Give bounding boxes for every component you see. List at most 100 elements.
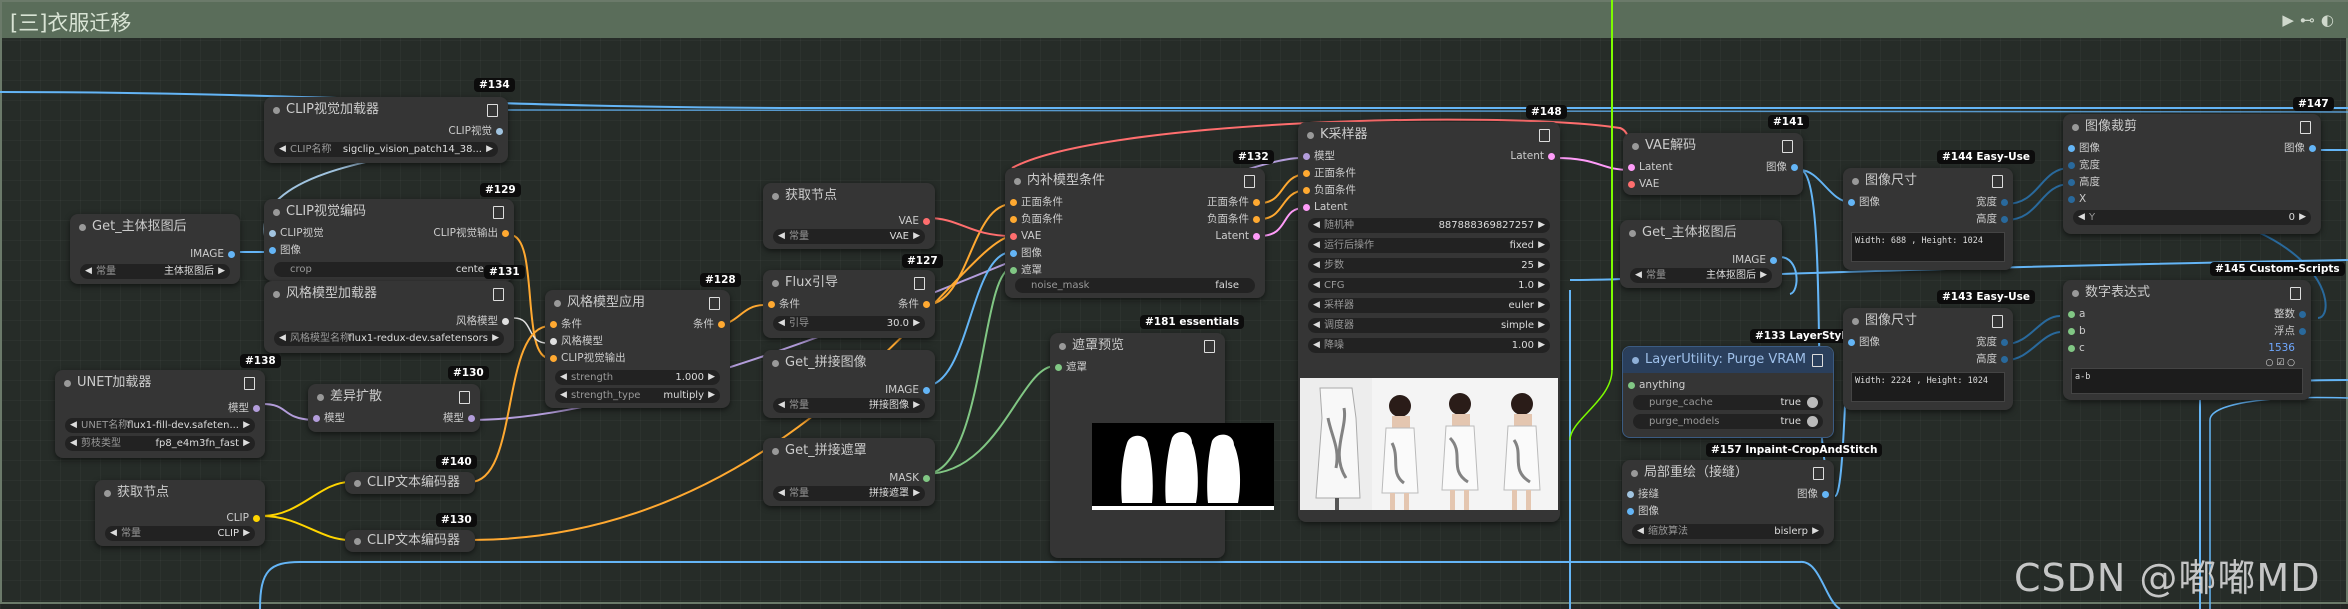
node-clip-vision-loader[interactable]: CLIP视觉加载器 CLIP视觉 ◀ CLIP名称 sigclip_vision_p… [264, 97, 508, 163]
output-pin[interactable] [1770, 257, 1777, 264]
expression-text[interactable]: a-b [2071, 368, 2303, 394]
node-vae-decode[interactable]: VAE解码 Latent 图像 VAE [1623, 133, 1803, 195]
crop-select[interactable]: crop center [274, 262, 504, 277]
output-pin[interactable] [468, 415, 475, 422]
node-get-concat-image[interactable]: Get_拼接图像 IMAGE ◀ 常量 拼接图像 ▶ [763, 350, 935, 418]
node-canvas[interactable]: [三]衣服迁移 ▶⊷◐ CLIP视觉加载器 CLIP视觉 ◀ CLIP名称 si… [0, 0, 2348, 609]
node-ksampler[interactable]: K采样器 模型 Latent 正面条件 负面条件 Latent ◀ 随机种 88788… [1298, 122, 1560, 522]
node-get-clip[interactable]: 获取节点 CLIP ◀ 常量 CLIP ▶ [95, 480, 265, 546]
strength-type-select[interactable]: ◀ strength_type multiply ▶ [555, 388, 720, 403]
node-clip-vision-encode[interactable]: CLIP视觉编码 CLIP视觉 CLIP视觉输出 图像 crop center [264, 199, 514, 281]
doc-icon[interactable] [244, 377, 255, 390]
output-pin[interactable] [502, 318, 509, 325]
input-pin[interactable] [2068, 196, 2075, 203]
input-pin[interactable] [550, 355, 557, 362]
node-image-crop[interactable]: 图像裁剪 图像 图像 宽度 高度 X ◀ Y 0 ▶ [2063, 114, 2321, 234]
input-pin[interactable] [269, 247, 276, 254]
steps-widget[interactable]: ◀ 步数 25 ▶ [1308, 258, 1550, 273]
strength-slider[interactable]: ◀ strength 1.000 ▶ [555, 370, 720, 385]
output-pin[interactable] [2299, 328, 2306, 335]
node-image-size-2[interactable]: 图像尺寸 图像 宽度 高度 Width: 2224 , Height: 1024 [1843, 308, 2013, 410]
output-pin[interactable] [718, 321, 725, 328]
doc-icon[interactable] [1539, 129, 1550, 142]
output-pin[interactable] [1822, 491, 1829, 498]
output-pin[interactable] [923, 218, 930, 225]
doc-icon[interactable] [1244, 175, 1255, 188]
doc-icon[interactable] [487, 104, 498, 117]
purge-models-toggle[interactable]: purge_models true [1633, 414, 1823, 429]
input-pin[interactable] [1628, 382, 1635, 389]
weight-dtype-select[interactable]: ◀ 剪枝类型 fp8_e4m3fn_fast ▶ [65, 436, 255, 451]
cfg-widget[interactable]: ◀ CFG 1.0 ▶ [1308, 278, 1550, 293]
output-pin[interactable] [253, 515, 260, 522]
output-pin[interactable] [1791, 164, 1798, 171]
doc-icon[interactable] [1204, 340, 1215, 353]
node-get-concat-mask[interactable]: Get_拼接遮罩 MASK ◀ 常量 拼接遮罩 ▶ [763, 438, 935, 506]
output-pin[interactable] [228, 251, 235, 258]
input-pin[interactable] [1303, 153, 1310, 160]
doc-icon[interactable] [493, 206, 504, 219]
node-flux-guidance[interactable]: Flux引导 条件 条件 ◀ 引导 30.0 ▶ [763, 270, 935, 338]
node-inpaint-stitch[interactable]: 局部重绘（接缝） 接缝 图像 图像 ◀ 缩放算法 bislerp ▶ [1622, 460, 1834, 544]
node-math-expression[interactable]: 数字表达式 a 整数 b 浮点 c 1536 ○ ☑ ○ a-b [2063, 280, 2311, 400]
constant-select[interactable]: ◀ 常量 CLIP ▶ [105, 526, 255, 541]
input-pin[interactable] [313, 415, 320, 422]
scheduler-widget[interactable]: ◀ 调度器 simple ▶ [1308, 318, 1550, 333]
output-pin[interactable] [2299, 311, 2306, 318]
y-widget[interactable]: ◀ Y 0 ▶ [2073, 210, 2311, 225]
seed-widget[interactable]: ◀ 随机种 887888369827257 ▶ [1308, 218, 1550, 233]
node-style-model-apply[interactable]: 风格模型应用 条件 条件 风格模型 CLIP视觉输出 ◀ strength 1.000… [545, 290, 730, 408]
purge-cache-toggle[interactable]: purge_cache true [1633, 395, 1823, 410]
input-pin[interactable] [550, 321, 557, 328]
input-pin[interactable] [1303, 187, 1310, 194]
doc-icon[interactable] [1992, 175, 2003, 188]
constant-select[interactable]: ◀ 常量 VAE ▶ [773, 229, 925, 244]
expr-controls[interactable]: ○ ☑ ○ [2266, 358, 2296, 368]
node-style-model-loader[interactable]: 风格模型加载器 风格模型 ◀ 风格模型名称 flux1-redux-dev.safe… [264, 281, 514, 353]
input-pin[interactable] [1303, 204, 1310, 211]
node-inpaint-conditioning[interactable]: 内补模型条件 正面条件 正面条件 负面条件 负面条件 VAE Latent 图像 遮罩… [1005, 168, 1265, 298]
constant-select[interactable]: ◀ 常量 拼接图像 ▶ [773, 398, 925, 413]
doc-icon[interactable] [2290, 287, 2301, 300]
input-pin[interactable] [2068, 162, 2075, 169]
doc-icon[interactable] [459, 391, 470, 404]
input-pin[interactable] [1627, 508, 1634, 515]
input-pin[interactable] [1010, 233, 1017, 240]
node-image-size-1[interactable]: 图像尺寸 图像 宽度 高度 Width: 688 , Height: 1024 [1843, 168, 2013, 270]
input-pin[interactable] [1848, 199, 1855, 206]
input-pin[interactable] [1628, 181, 1635, 188]
node-clip-text-encode-1[interactable]: CLIP文本编码器 [345, 472, 475, 494]
constant-select[interactable]: ◀ 常量 主体抠图后 ▶ [1630, 268, 1772, 283]
output-pin[interactable] [1253, 233, 1260, 240]
output-pin[interactable] [2001, 216, 2008, 223]
output-pin[interactable] [1548, 153, 1555, 160]
input-pin[interactable] [1303, 170, 1310, 177]
node-get-vae[interactable]: 获取节点 VAE ◀ 常量 VAE ▶ [763, 183, 935, 249]
input-pin[interactable] [1010, 267, 1017, 274]
node-get-subject-1[interactable]: Get_主体抠图后 IMAGE ◀ 常量 主体抠图后 ▶ [70, 214, 240, 284]
rescale-algorithm-select[interactable]: ◀ 缩放算法 bislerp ▶ [1632, 524, 1824, 539]
doc-icon[interactable] [1812, 354, 1823, 367]
input-pin[interactable] [2068, 311, 2075, 318]
sampler-widget[interactable]: ◀ 采样器 euler ▶ [1308, 298, 1550, 313]
node-mask-preview[interactable]: 遮罩预览 遮罩 [1050, 333, 1274, 558]
output-pin[interactable] [923, 301, 930, 308]
constant-select[interactable]: ◀ 常量 拼接遮罩 ▶ [773, 486, 925, 501]
node-diff-diffusion[interactable]: 差异扩散 模型 模型 [308, 384, 480, 432]
doc-icon[interactable] [1813, 467, 1824, 480]
output-pin[interactable] [923, 475, 930, 482]
clip-name-select[interactable]: ◀ CLIP名称 sigclip_vision_patch14_38... ▶ [274, 142, 498, 157]
doc-icon[interactable] [1782, 140, 1793, 153]
unet-name-select[interactable]: ◀ UNET名称 flux1-fill-dev.safeten... ▶ [65, 418, 255, 433]
doc-icon[interactable] [709, 297, 720, 310]
input-pin[interactable] [2068, 145, 2075, 152]
output-pin[interactable] [2001, 356, 2008, 363]
output-pin[interactable] [1253, 199, 1260, 206]
input-pin[interactable] [1010, 250, 1017, 257]
output-pin[interactable] [253, 405, 260, 412]
node-purge-vram[interactable]: LayerUtility: Purge VRAM anything purge_… [1622, 346, 1834, 438]
noise-mask-toggle[interactable]: noise_mask false [1015, 278, 1255, 293]
doc-icon[interactable] [914, 277, 925, 290]
output-pin[interactable] [1253, 216, 1260, 223]
output-pin[interactable] [923, 387, 930, 394]
